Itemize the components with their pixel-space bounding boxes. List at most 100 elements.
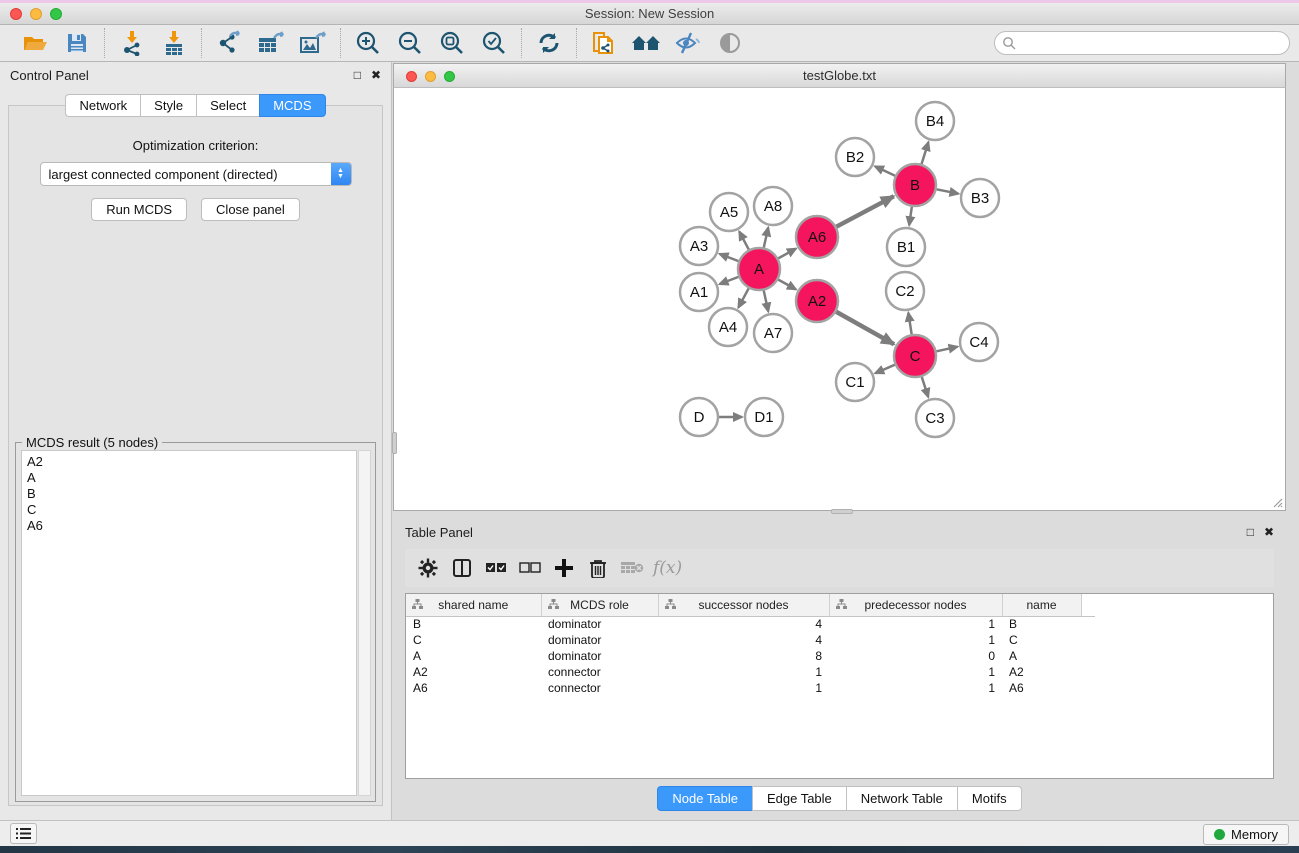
table-cell[interactable]: B [406, 616, 541, 632]
graph-edge-B-B1[interactable] [909, 207, 912, 225]
table-cell[interactable]: 0 [829, 648, 1002, 664]
table-cell[interactable]: A6 [1002, 680, 1081, 696]
export-table-button[interactable] [253, 28, 289, 58]
table-cell[interactable]: 4 [658, 632, 829, 648]
graph-edge-A-A7[interactable] [764, 290, 769, 311]
table-cell[interactable]: A2 [406, 664, 541, 680]
graph-edge-C-C4[interactable] [936, 347, 957, 352]
splitter-handle-bottom[interactable] [831, 509, 853, 514]
graph-edge-B-B3[interactable] [937, 189, 959, 193]
tab-network-table[interactable]: Network Table [846, 786, 957, 811]
table-cell[interactable]: 1 [829, 632, 1002, 648]
delete-columns-button[interactable] [583, 553, 613, 583]
tab-mcds[interactable]: MCDS [259, 94, 325, 117]
memory-button[interactable]: Memory [1203, 824, 1289, 845]
close-panel-icon[interactable]: ✖ [371, 69, 381, 81]
table-cell[interactable]: 1 [829, 680, 1002, 696]
graph-edge-A-A3[interactable] [720, 254, 739, 261]
minimize-window-button[interactable] [30, 8, 42, 20]
table-cell[interactable]: 8 [658, 648, 829, 664]
table-row[interactable]: A2connector11A2 [406, 664, 1095, 680]
zoom-fit-button[interactable] [434, 28, 470, 58]
network-window-titlebar[interactable]: testGlobe.txt [393, 63, 1286, 88]
table-row[interactable]: Adominator80A [406, 648, 1095, 664]
result-item[interactable]: B [27, 486, 351, 502]
optimization-criterion-select[interactable]: largest connected component (directed) ▲… [40, 162, 352, 186]
close-table-panel-icon[interactable]: ✖ [1264, 526, 1274, 538]
tab-style[interactable]: Style [140, 94, 196, 117]
column-header-successor-nodes[interactable]: successor nodes [658, 594, 829, 616]
search-input[interactable] [994, 31, 1290, 55]
result-item[interactable]: C [27, 502, 351, 518]
zoom-selected-button[interactable] [476, 28, 512, 58]
tab-motifs[interactable]: Motifs [957, 786, 1022, 811]
column-header-MCDS-role[interactable]: MCDS role [541, 594, 658, 616]
table-cell[interactable]: 1 [658, 680, 829, 696]
import-network-button[interactable] [114, 28, 150, 58]
network-close-button[interactable] [406, 71, 417, 82]
column-header-name[interactable]: name [1002, 594, 1081, 616]
create-column-button[interactable] [549, 553, 579, 583]
result-list-scrollbar[interactable] [358, 450, 371, 796]
table-cell[interactable]: A [1002, 648, 1081, 664]
table-row[interactable]: Cdominator41C [406, 632, 1095, 648]
table-cell[interactable]: A6 [406, 680, 541, 696]
table-cell[interactable]: C [1002, 632, 1081, 648]
tab-node-table[interactable]: Node Table [657, 786, 752, 811]
graph-edge-A-A2[interactable] [778, 280, 796, 290]
save-session-button[interactable] [59, 28, 95, 58]
home-layout-button[interactable] [628, 28, 664, 58]
result-item[interactable]: A2 [27, 454, 351, 470]
table-cell[interactable]: dominator [541, 632, 658, 648]
import-table-button[interactable] [156, 28, 192, 58]
column-header-predecessor-nodes[interactable]: predecessor nodes [829, 594, 1002, 616]
result-item[interactable]: A6 [27, 518, 351, 534]
network-zoom-button[interactable] [444, 71, 455, 82]
graph-edge-C-C3[interactable] [922, 377, 928, 397]
network-minimize-button[interactable] [425, 71, 436, 82]
zoom-window-button[interactable] [50, 8, 62, 20]
table-cell[interactable]: B [1002, 616, 1081, 632]
graph-edge-A6-B[interactable] [836, 196, 893, 226]
resize-grip-icon[interactable] [1271, 496, 1283, 508]
table-row[interactable]: Bdominator41B [406, 616, 1095, 632]
graph-edge-A-A8[interactable] [764, 227, 768, 247]
column-header-shared-name[interactable]: shared name [406, 594, 541, 616]
graph-edge-C-C2[interactable] [908, 313, 911, 335]
table-cell[interactable]: A2 [1002, 664, 1081, 680]
table-cell[interactable]: C [406, 632, 541, 648]
table-cell[interactable]: connector [541, 664, 658, 680]
float-table-panel-icon[interactable]: □ [1247, 526, 1254, 538]
graph-edge-A-A1[interactable] [720, 277, 739, 284]
table-cell[interactable]: 1 [829, 616, 1002, 632]
zoom-out-button[interactable] [392, 28, 428, 58]
graph-edge-A-A5[interactable] [739, 231, 749, 249]
unselect-all-columns-button[interactable] [515, 553, 545, 583]
zoom-in-button[interactable] [350, 28, 386, 58]
close-panel-button[interactable]: Close panel [201, 198, 300, 221]
graph-edge-A-A6[interactable] [778, 249, 796, 259]
task-history-button[interactable] [10, 823, 37, 844]
table-cell[interactable]: dominator [541, 616, 658, 632]
graph-edge-A2-C[interactable] [836, 312, 894, 344]
run-mcds-button[interactable]: Run MCDS [91, 198, 187, 221]
graph-edge-B-B2[interactable] [875, 166, 895, 175]
refresh-layout-button[interactable] [531, 28, 567, 58]
show-columns-button[interactable] [447, 553, 477, 583]
splitter-handle-left[interactable] [392, 432, 397, 454]
table-cell[interactable]: 4 [658, 616, 829, 632]
table-cell[interactable]: connector [541, 680, 658, 696]
tab-select[interactable]: Select [196, 94, 259, 117]
copy-network-button[interactable] [586, 28, 622, 58]
show-panel-button[interactable] [712, 28, 748, 58]
graph-edge-A-A4[interactable] [738, 288, 748, 307]
open-file-button[interactable] [17, 28, 53, 58]
table-settings-button[interactable] [413, 553, 443, 583]
table-cell[interactable]: 1 [829, 664, 1002, 680]
float-panel-icon[interactable]: □ [354, 69, 361, 81]
close-window-button[interactable] [10, 8, 22, 20]
table-cell[interactable]: dominator [541, 648, 658, 664]
export-image-button[interactable] [295, 28, 331, 58]
table-cell[interactable]: 1 [658, 664, 829, 680]
export-network-button[interactable] [211, 28, 247, 58]
